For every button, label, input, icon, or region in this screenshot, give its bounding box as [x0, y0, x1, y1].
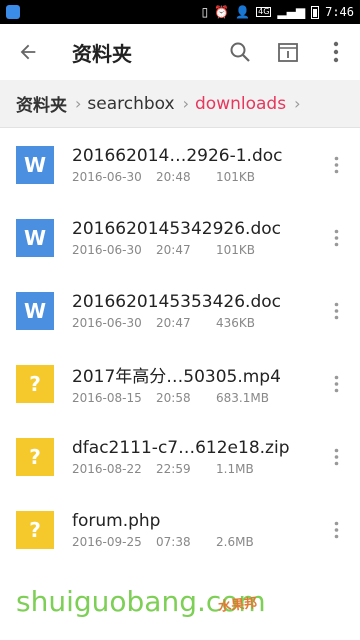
file-date: 2016-06-30 [72, 242, 142, 257]
chevron-right-icon: › [182, 94, 190, 113]
file-size: 101KB [216, 242, 256, 257]
file-size: 2.6MB [216, 534, 254, 549]
file-date: 2016-08-15 [72, 391, 142, 405]
file-more-button[interactable] [316, 500, 356, 560]
watermark-logo: 水果邦 [217, 595, 258, 615]
search-button[interactable] [216, 24, 264, 80]
breadcrumb-item-root[interactable]: 资料夹 [16, 91, 67, 116]
file-more-button[interactable] [316, 354, 356, 414]
more-vert-icon [334, 521, 338, 538]
more-vert-icon [334, 302, 338, 319]
vibrate-icon: ▯ [201, 5, 209, 19]
file-row[interactable]: W 201662014…2926-1.doc 2016-06-30 20:48 … [0, 128, 360, 201]
file-more-button[interactable] [316, 208, 356, 268]
overflow-menu-button[interactable] [312, 24, 360, 80]
file-size: 683.1MB [216, 391, 269, 405]
breadcrumb-item-searchbox[interactable]: searchbox [87, 94, 174, 114]
more-vert-icon [334, 375, 338, 392]
page-title: 资料夹 [72, 41, 132, 66]
file-time: 20:58 [156, 391, 191, 405]
breadcrumb: 资料夹 › searchbox › downloads › [0, 80, 360, 128]
file-time: 22:59 [156, 461, 191, 476]
breadcrumb-item-downloads[interactable]: downloads [195, 94, 286, 114]
file-row[interactable]: ? dfac2111-c7…612e18.zip 2016-08-22 22:5… [0, 420, 360, 493]
doc-file-icon: W [16, 218, 54, 257]
file-size: 1.1MB [216, 461, 254, 476]
clock: 7:46 [325, 5, 354, 19]
file-name: forum.php [72, 510, 161, 531]
chevron-right-icon: › [75, 94, 82, 113]
file-name: 2016620145342926.doc [72, 218, 281, 239]
file-time: 20:48 [156, 169, 191, 184]
file-row[interactable]: ? forum.php 2016-09-25 07:38 2.6MB [0, 493, 360, 566]
more-vert-icon [333, 41, 339, 63]
file-name: 201662014…2926-1.doc [72, 145, 283, 166]
search-icon [230, 42, 250, 62]
contacts-icon: 👤 [235, 5, 251, 19]
file-more-button[interactable] [316, 427, 356, 487]
file-date: 2016-09-25 [72, 534, 142, 549]
arrow-back-icon [20, 44, 36, 60]
file-date: 2016-06-30 [72, 169, 142, 184]
file-size: 436KB [216, 315, 256, 330]
file-time: 20:47 [156, 315, 191, 330]
more-vert-icon [334, 448, 338, 465]
select-button[interactable] [264, 24, 312, 80]
app-notification-icon [6, 5, 20, 19]
file-date: 2016-06-30 [72, 315, 142, 330]
file-list: W 201662014…2926-1.doc 2016-06-30 20:48 … [0, 128, 360, 566]
select-box-icon [278, 43, 298, 62]
battery-icon [311, 5, 320, 19]
file-time: 07:38 [156, 534, 191, 549]
file-size: 101KB [216, 169, 256, 184]
chevron-right-icon: › [294, 94, 301, 113]
unknown-file-icon: ? [16, 510, 54, 549]
unknown-file-icon: ? [16, 437, 54, 476]
file-name: dfac2111-c7…612e18.zip [72, 437, 290, 458]
network-type: 4G [256, 7, 272, 17]
doc-file-icon: W [16, 145, 54, 184]
doc-file-icon: W [16, 291, 54, 330]
file-name: 2016620145353426.doc [72, 291, 281, 312]
toolbar: 资料夹 [0, 24, 360, 80]
file-time: 20:47 [156, 242, 191, 257]
file-more-button[interactable] [316, 281, 356, 341]
file-name: 2017年高分…50305.mp4 [72, 367, 281, 387]
back-button[interactable] [0, 24, 56, 80]
status-bar: ▯ ⏰ 👤 4G ▂▄▆ 7:46 [0, 0, 360, 24]
file-more-button[interactable] [316, 135, 356, 195]
file-row[interactable]: W 2016620145342926.doc 2016-06-30 20:47 … [0, 201, 360, 274]
file-row[interactable]: W 2016620145353426.doc 2016-06-30 20:47 … [0, 274, 360, 347]
more-vert-icon [334, 229, 338, 246]
file-row[interactable]: ? 2017年高分…50305.mp4 2016-08-15 20:58 683… [0, 347, 360, 420]
alarm-icon: ⏰ [214, 5, 230, 19]
file-date: 2016-08-22 [72, 461, 142, 476]
more-vert-icon [334, 156, 338, 173]
unknown-file-icon: ? [16, 364, 54, 403]
signal-icon: ▂▄▆ [277, 5, 306, 19]
